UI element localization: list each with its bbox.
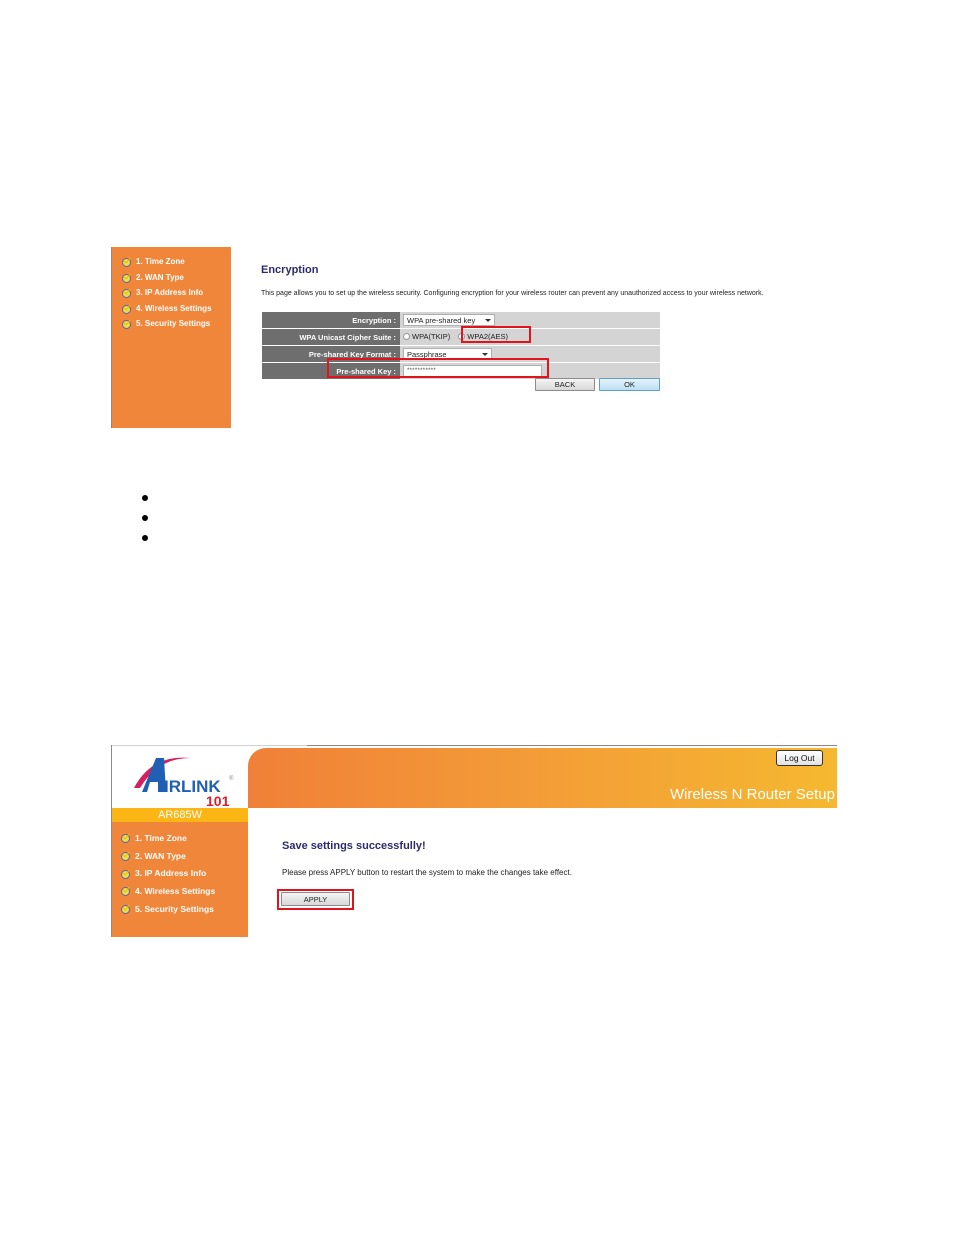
encryption-form: Encryption : WPA pre-shared key WPA Unic… (262, 311, 660, 380)
airlink-logo: IRLINK ® 101 (112, 748, 248, 810)
check-icon (121, 833, 130, 844)
radio-label: WPA2(AES) (467, 332, 508, 341)
encryption-label: Encryption : (262, 312, 400, 328)
chevron-down-icon (482, 352, 488, 356)
header-banner: Log Out Wireless N Router Setup (248, 748, 837, 808)
sidebar-item-wireless-settings[interactable]: 4. Wireless Settings (121, 882, 248, 900)
form-row-key-format: Pre-shared Key Format : Passphrase (262, 346, 660, 362)
cipher-suite-label: WPA Unicast Cipher Suite : (262, 329, 400, 345)
svg-text:®: ® (229, 775, 234, 782)
check-icon (122, 304, 131, 314)
sidebar-item-label: 5. Security Settings (135, 903, 214, 914)
sidebar-item-label: 1. Time Zone (136, 257, 185, 267)
sidebar-item-label: 3. IP Address Info (135, 868, 207, 879)
check-icon (122, 288, 131, 299)
sidebar-item-label: 4. Wireless Settings (136, 303, 212, 313)
form-row-encryption: Encryption : WPA pre-shared key (262, 312, 660, 328)
check-icon (121, 869, 130, 879)
banner-title: Wireless N Router Setup (669, 786, 835, 803)
encryption-select[interactable]: WPA pre-shared key (403, 314, 495, 326)
sidebar: 1. Time Zone 2. WAN Type 3. IP Address I… (112, 822, 248, 937)
key-format-select-value: Passphrase (407, 349, 447, 359)
radio-label: WPA(TKIP) (412, 332, 451, 341)
airlink-logo-icon: IRLINK ® 101 (134, 757, 234, 809)
sidebar: 1. Time Zone 2. WAN Type 3. IP Address I… (111, 247, 231, 428)
sidebar-item-ip-address-info[interactable]: 3. IP Address Info (122, 285, 231, 301)
preshared-key-input[interactable]: *********** (403, 365, 542, 377)
page-description: This page allows you to set up the wirel… (261, 290, 764, 297)
radio-unchecked-icon (403, 333, 410, 340)
sidebar-item-wireless-settings[interactable]: 4. Wireless Settings (122, 301, 231, 317)
key-format-label: Pre-shared Key Format : (262, 346, 400, 362)
check-icon (122, 319, 131, 330)
form-buttons: BACK OK (535, 378, 660, 391)
sidebar-item-label: 1. Time Zone (135, 832, 187, 843)
back-button[interactable]: BACK (535, 378, 595, 391)
sidebar-item-time-zone[interactable]: 1. Time Zone (122, 254, 231, 270)
check-icon (122, 257, 131, 268)
sidebar-nav: 1. Time Zone 2. WAN Type 3. IP Address I… (112, 822, 248, 917)
svg-text:101: 101 (206, 793, 230, 808)
sidebar-item-wan-type[interactable]: 2. WAN Type (122, 270, 231, 286)
encryption-screenshot: 1. Time Zone 2. WAN Type 3. IP Address I… (111, 247, 841, 429)
sidebar-item-label: 3. IP Address Info (136, 288, 204, 298)
radio-wpa-tkip[interactable]: WPA(TKIP) (403, 332, 450, 341)
sidebar-item-wan-type[interactable]: 2. WAN Type (121, 847, 248, 865)
check-icon (121, 904, 130, 915)
page-title: Save settings successfully! (282, 840, 426, 852)
apply-button[interactable]: APPLY (281, 892, 350, 906)
form-row-preshared-key: Pre-shared Key : *********** (262, 363, 660, 379)
sidebar-item-ip-address-info[interactable]: 3. IP Address Info (121, 864, 248, 882)
chevron-down-icon (485, 318, 491, 322)
model-label: AR685W (112, 808, 248, 822)
form-row-cipher-suite: WPA Unicast Cipher Suite : WPA(TKIP) WPA… (262, 329, 660, 345)
radio-wpa2-aes[interactable]: WPA2(AES) (458, 332, 508, 341)
sidebar-item-label: 4. Wireless Settings (135, 885, 216, 896)
encryption-select-value: WPA pre-shared key (407, 315, 476, 325)
sidebar-item-label: 2. WAN Type (135, 850, 186, 861)
check-icon (122, 273, 131, 283)
divider (111, 745, 307, 746)
page-title: Encryption (261, 264, 319, 276)
sidebar-item-time-zone[interactable]: 1. Time Zone (121, 829, 248, 847)
check-icon (121, 886, 130, 897)
sidebar-item-label: 5. Security Settings (136, 319, 211, 329)
radio-checked-icon (458, 333, 466, 340)
save-settings-screenshot: IRLINK ® 101 Log Out Wireless N Router S… (111, 745, 837, 937)
page-description: Please press APPLY button to restart the… (282, 868, 572, 877)
divider (307, 745, 837, 746)
logout-button[interactable]: Log Out (776, 750, 823, 766)
sidebar-item-label: 2. WAN Type (136, 272, 184, 282)
sidebar-item-security-settings[interactable]: 5. Security Settings (121, 900, 248, 918)
ok-button[interactable]: OK (599, 378, 660, 391)
preshared-key-label: Pre-shared Key : (262, 363, 400, 379)
key-format-select[interactable]: Passphrase (403, 348, 492, 360)
sidebar-nav: 1. Time Zone 2. WAN Type 3. IP Address I… (112, 247, 231, 332)
check-icon (121, 851, 130, 862)
sidebar-item-security-settings[interactable]: 5. Security Settings (122, 316, 231, 332)
